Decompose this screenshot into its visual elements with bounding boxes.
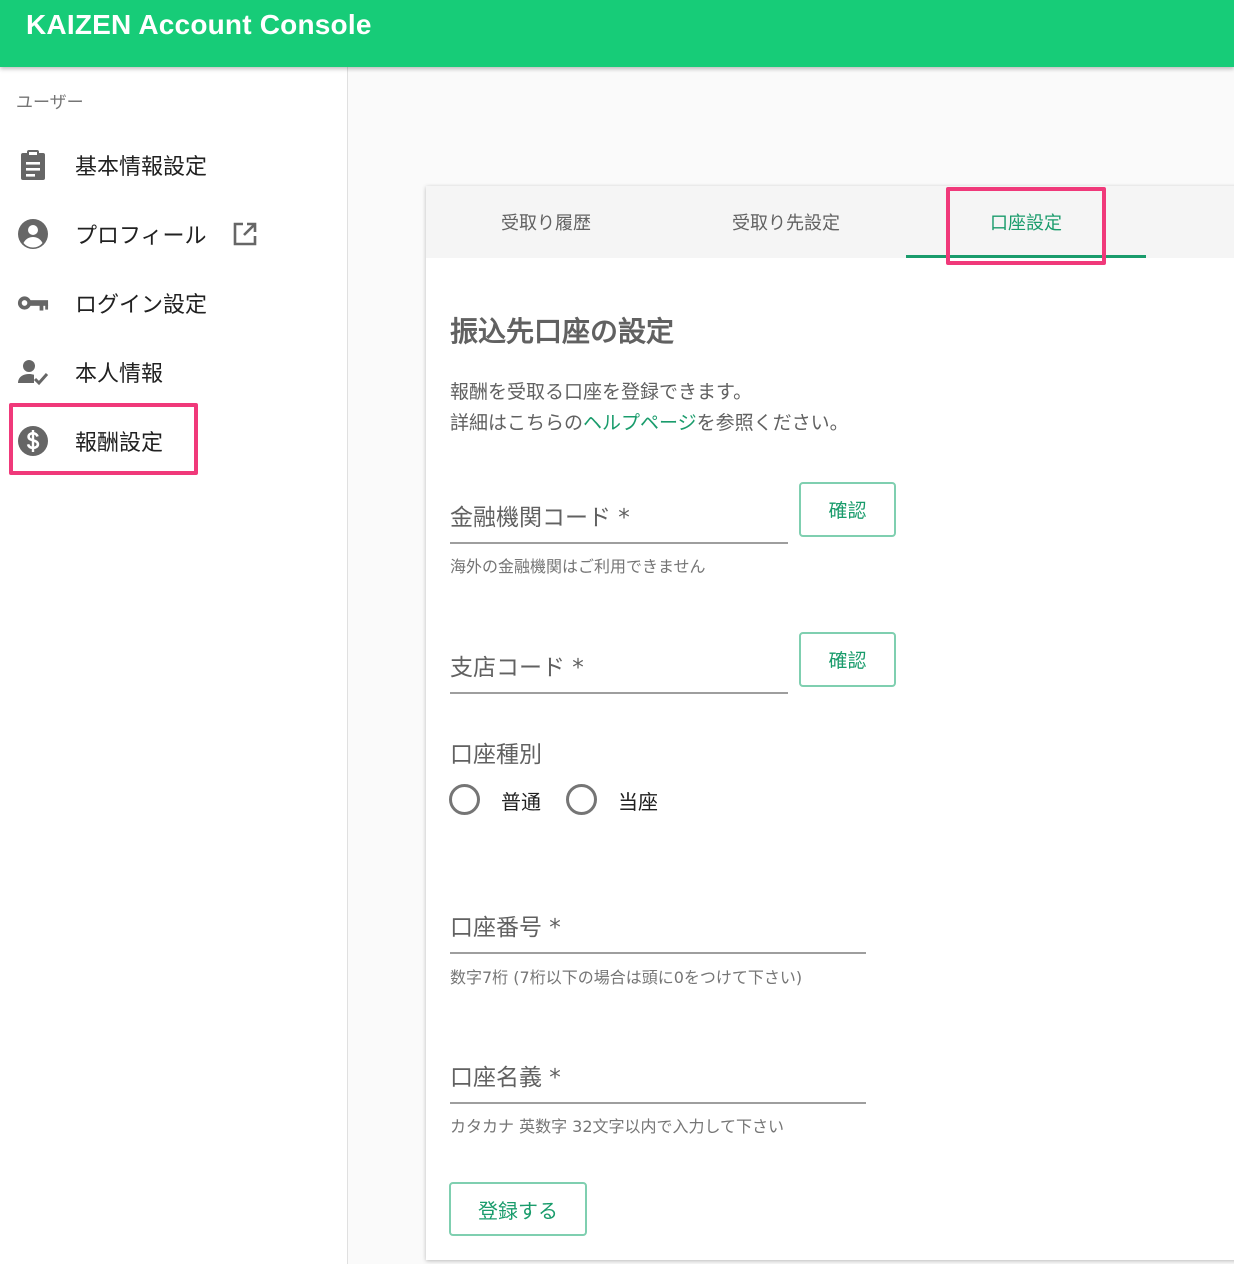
account-name-hint: カタカナ 英数字 32文字以内で入力して下さい: [450, 1117, 785, 1136]
branch-code-field[interactable]: 支店コード *: [450, 636, 788, 694]
user-check-icon: [17, 356, 49, 388]
account-name-input[interactable]: [450, 1045, 866, 1102]
tab-bar: 受取り履歴 受取り先設定 口座設定: [426, 186, 1234, 258]
description-line-2: 詳細はこちらのヘルプページを参照ください。: [450, 408, 849, 435]
sidebar-item-label: プロフィール: [75, 224, 207, 249]
description-text: 詳細はこちらの: [450, 412, 584, 434]
page-title: 振込先口座の設定: [450, 315, 675, 348]
sidebar-item-identity[interactable]: 本人情報: [0, 344, 348, 400]
account-type-ordinary-radio[interactable]: [449, 784, 480, 815]
app-bar: KAIZEN Account Console: [0, 0, 1234, 67]
app-title: KAIZEN Account Console: [26, 9, 372, 40]
sidebar-item-label: ログイン設定: [75, 293, 208, 318]
bank-code-field[interactable]: 金融機関コード *: [450, 486, 788, 544]
account-name-field[interactable]: 口座名義 *: [450, 1045, 866, 1104]
account-type-checking-radio[interactable]: [566, 784, 597, 815]
account-number-input[interactable]: [450, 896, 866, 952]
branch-code-input[interactable]: [450, 636, 788, 692]
sidebar-item-login-settings[interactable]: ログイン設定: [0, 275, 348, 331]
sidebar-item-profile[interactable]: プロフィール: [0, 206, 348, 262]
sidebar-item-label: 本人情報: [75, 362, 164, 387]
sidebar: ユーザー 基本情報設定 プロフィール ログイン設定 本人情報 報酬設定: [0, 67, 348, 1264]
description-line-1: 報酬を受取る口座を登録できます。: [450, 381, 753, 403]
active-tab-highlight: [946, 187, 1106, 265]
account-circle-icon: [17, 218, 49, 250]
account-type-checking-label: 当座: [618, 790, 658, 814]
clipboard-icon: [17, 149, 49, 181]
sidebar-item-label: 基本情報設定: [75, 155, 208, 180]
account-type-ordinary-label: 普通: [501, 790, 541, 814]
account-number-hint: 数字7桁 (7桁以下の場合は頭に0をつけて下さい): [450, 968, 803, 987]
help-page-link[interactable]: ヘルプページ: [583, 412, 697, 434]
account-type-label: 口座種別: [450, 742, 542, 768]
external-link-icon: [232, 221, 258, 247]
account-settings-card: 受取り履歴 受取り先設定 口座設定 振込先口座の設定 報酬を受取る口座を登録でき…: [426, 186, 1234, 1260]
tab-payee-settings[interactable]: 受取り先設定: [666, 186, 906, 258]
sidebar-item-basic-info[interactable]: 基本情報設定: [0, 137, 348, 193]
tab-receipt-history[interactable]: 受取り履歴: [426, 186, 666, 258]
register-button[interactable]: 登録する: [449, 1182, 587, 1236]
bank-code-confirm-button[interactable]: 確認: [799, 482, 896, 537]
bank-code-hint: 海外の金融機関はご利用できません: [450, 557, 706, 576]
sidebar-heading: ユーザー: [16, 93, 84, 113]
branch-code-confirm-button[interactable]: 確認: [799, 632, 896, 687]
bank-code-input[interactable]: [450, 486, 788, 542]
account-number-field[interactable]: 口座番号 *: [450, 896, 866, 954]
selected-item-highlight: [9, 403, 198, 475]
key-icon: [17, 287, 49, 319]
description-text: を参照ください。: [696, 412, 849, 434]
